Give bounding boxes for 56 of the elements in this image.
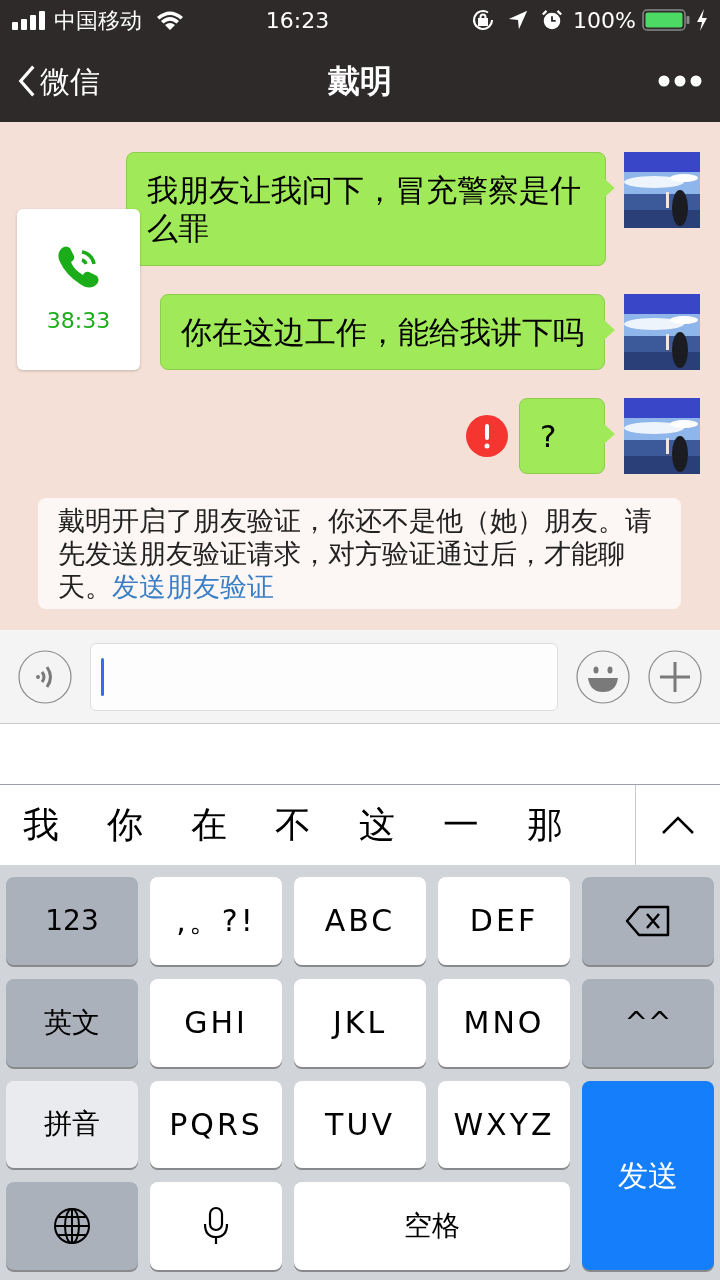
back-button[interactable]: 微信 [18, 58, 100, 104]
candidate-word[interactable]: 一 [443, 807, 479, 843]
keyboard-key[interactable]: ^^ [582, 978, 714, 1067]
globe-icon [52, 1206, 92, 1247]
keyboard-key[interactable]: 拼音 [6, 1080, 138, 1169]
back-icon [18, 64, 36, 98]
delete-icon [625, 904, 671, 937]
keyboard-key[interactable]: MNO [438, 978, 570, 1067]
send-key[interactable]: 发送 [582, 1080, 714, 1270]
location-icon [507, 9, 530, 31]
candidate-word[interactable]: 那 [527, 807, 563, 843]
message-bubble: 我朋友让我问下，冒充警察是什么罪 [126, 152, 607, 266]
battery-icon [642, 9, 690, 31]
keyboard-key[interactable]: WXYZ [438, 1080, 570, 1169]
chevron-up-icon[interactable] [661, 815, 695, 835]
message-bubble: ? [519, 398, 605, 474]
battery-percent: 100% [573, 6, 636, 35]
globe-key[interactable] [6, 1182, 138, 1270]
charging-icon [696, 9, 708, 31]
add-icon[interactable] [648, 649, 702, 704]
bubble-tail-icon [604, 320, 616, 340]
call-duration: 38:33 [46, 307, 111, 335]
bubble-tail-icon [604, 424, 616, 444]
alarm-icon [541, 9, 564, 31]
send-verification-link[interactable]: 发送朋友验证 [112, 571, 274, 602]
keyboard-key[interactable]: 英文 [6, 978, 138, 1067]
signal-icon [12, 10, 48, 30]
emoji-icon[interactable] [576, 649, 630, 704]
keyboard-key[interactable]: DEF [438, 877, 570, 965]
space-key[interactable]: 空格 [294, 1182, 570, 1270]
candidate-word[interactable]: 不 [275, 807, 311, 843]
message-bubble: 你在这边工作，能给我讲下吗 [160, 294, 605, 370]
voice-icon[interactable] [18, 649, 72, 704]
carrier-label: 中国移动 [54, 6, 142, 35]
delete-key[interactable] [582, 877, 714, 965]
bubble-tail-icon [605, 178, 616, 198]
microphone-key[interactable] [150, 1182, 282, 1270]
candidate-word[interactable]: 我 [23, 807, 59, 843]
keyboard-key[interactable]: ,。?! [150, 877, 282, 965]
keyboard-key[interactable]: JKL [294, 978, 426, 1067]
message-input-field[interactable] [90, 642, 558, 711]
verification-notice: 戴明开启了朋友验证，你还不是他（她）朋友。请先发送朋友验证请求，对方验证通过后，才能聊天。发送朋友验证 [38, 498, 681, 609]
candidate-word[interactable]: 你 [107, 807, 143, 843]
error-icon[interactable] [466, 415, 508, 457]
chat-title: 戴明 [328, 61, 392, 102]
rotation-lock-icon [471, 8, 496, 32]
keyboard-key[interactable]: TUV [294, 1080, 426, 1169]
microphone-icon [202, 1206, 230, 1247]
status-time: 16:23 [264, 6, 331, 35]
more-icon[interactable] [658, 75, 702, 87]
wifi-icon [156, 10, 184, 30]
candidate-word[interactable]: 在 [191, 807, 227, 843]
keyboard-key[interactable]: GHI [150, 978, 282, 1067]
keyboard-key[interactable]: ABC [294, 877, 426, 965]
keyboard-key[interactable]: PQRS [150, 1080, 282, 1169]
keyboard-key[interactable]: 123 [6, 877, 138, 965]
